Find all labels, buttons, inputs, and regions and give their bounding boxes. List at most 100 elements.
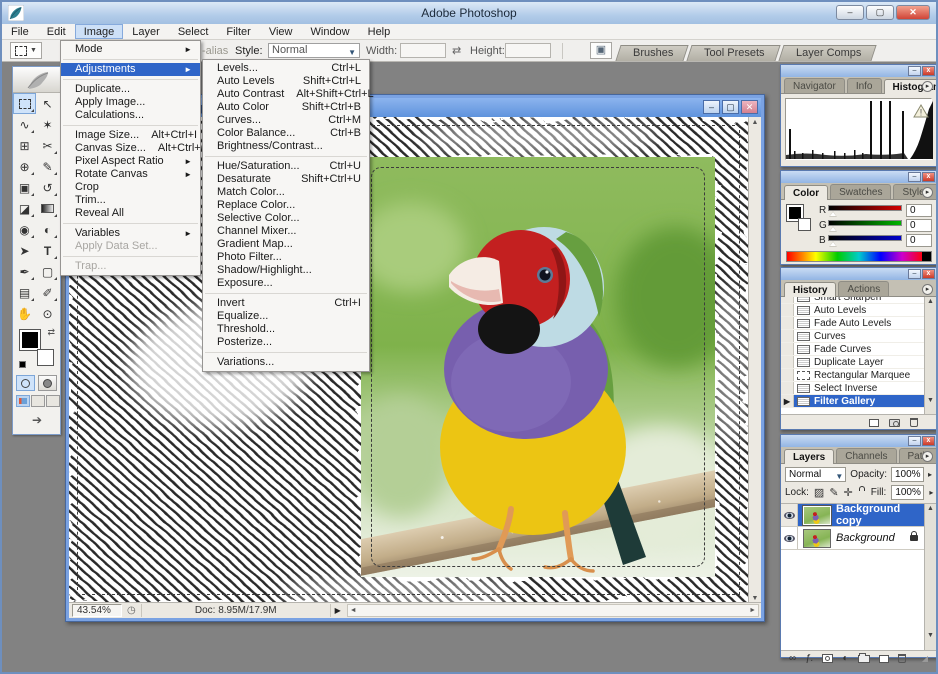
tab-navigator[interactable]: Navigator <box>784 78 845 93</box>
adjustment-layer-icon[interactable]: ◐ <box>842 653 848 664</box>
tool-move[interactable]: ↖ <box>36 93 59 114</box>
lock-paint-icon[interactable]: ✎ <box>829 486 838 499</box>
resize-grip-icon[interactable]: ◢ <box>922 654 928 663</box>
green-slider[interactable] <box>828 220 902 226</box>
menu-filter[interactable]: Filter <box>217 24 259 39</box>
layer-mask-icon[interactable] <box>822 654 833 663</box>
file-browser-button[interactable]: ▣ <box>590 42 612 59</box>
menu-item-gradient-map[interactable]: Gradient Map... <box>203 238 369 251</box>
doc-minimize-button[interactable]: – <box>703 100 720 114</box>
tool-history-brush[interactable]: ↺ <box>36 177 59 198</box>
blend-mode-dropdown[interactable]: Normal▼ <box>785 467 846 482</box>
tab-channels[interactable]: Channels <box>836 448 896 463</box>
menu-item-canvas-size[interactable]: Canvas Size...Alt+Ctrl+C <box>61 142 200 155</box>
opacity-arrow-icon[interactable]: ▸ <box>928 470 932 479</box>
visibility-toggle[interactable] <box>781 504 798 526</box>
menu-item-match-color[interactable]: Match Color... <box>203 186 369 199</box>
tool-rectangular-marquee[interactable] <box>13 93 36 114</box>
tool-path-selection[interactable]: ➤ <box>13 240 36 261</box>
history-state-selected[interactable]: ▶Filter Gallery <box>781 395 924 408</box>
tool-blur[interactable]: ◉ <box>13 219 36 240</box>
layer-thumbnail[interactable] <box>803 529 831 548</box>
tool-shape[interactable]: ▢ <box>36 261 59 282</box>
layer-style-icon[interactable]: ƒ. <box>805 653 813 664</box>
visibility-toggle[interactable] <box>781 527 798 549</box>
link-layers-icon[interactable]: ∞ <box>789 653 796 664</box>
tool-pen[interactable]: ✒ <box>13 261 36 282</box>
menu-item-desaturate[interactable]: DesaturateShift+Ctrl+U <box>203 173 369 186</box>
menu-item-curves[interactable]: Curves...Ctrl+M <box>203 114 369 127</box>
tab-swatches[interactable]: Swatches <box>830 184 891 199</box>
tool-eraser[interactable]: ◪ <box>13 198 36 219</box>
height-input[interactable] <box>505 43 551 58</box>
panel-close-button[interactable]: x <box>922 66 935 76</box>
menu-item-shadow-highlight[interactable]: Shadow/Highlight... <box>203 264 369 277</box>
new-document-from-state-icon[interactable] <box>869 419 879 427</box>
tool-type[interactable]: T <box>36 240 59 261</box>
menu-layer[interactable]: Layer <box>123 24 169 39</box>
history-state[interactable]: Fade Curves <box>781 343 924 356</box>
panel-titlebar[interactable]: – x <box>781 435 936 447</box>
menu-item-apply-image[interactable]: Apply Image... <box>61 96 200 109</box>
tool-crop[interactable]: ⊞ <box>13 135 36 156</box>
layer-row-background-copy[interactable]: Background copy <box>781 504 924 527</box>
panel-close-button[interactable]: x <box>922 172 935 182</box>
fill-value[interactable]: 100% <box>891 485 924 500</box>
menu-item-variables[interactable]: Variables► <box>61 227 200 240</box>
menu-item-levels[interactable]: Levels...Ctrl+L <box>203 62 369 75</box>
layer-thumbnail[interactable] <box>803 506 831 525</box>
app-titlebar[interactable]: Adobe Photoshop – ▢ ✕ <box>2 2 936 24</box>
doc-size-info[interactable]: Doc: 8.95M/17.9M <box>141 604 331 617</box>
scroll-right-icon[interactable]: ► <box>749 607 756 614</box>
scroll-down-icon[interactable]: ▼ <box>925 632 936 639</box>
red-value[interactable]: 0 <box>906 204 932 217</box>
layers-scrollbar[interactable]: ▲ ▼ <box>924 504 936 650</box>
history-state[interactable]: Fade Auto Levels <box>781 317 924 330</box>
panel-minimize-button[interactable]: – <box>908 269 921 279</box>
tool-hand[interactable]: ✋ <box>13 303 36 324</box>
tool-gradient[interactable] <box>36 198 59 219</box>
green-slider-handle[interactable] <box>829 226 837 232</box>
menu-help[interactable]: Help <box>359 24 400 39</box>
palette-tab-brushes[interactable]: Brushes <box>615 45 689 61</box>
menu-item-adjustments[interactable]: Adjustments► <box>61 63 200 76</box>
panel-menu-icon[interactable]: ▸ <box>922 284 933 295</box>
palette-tab-layer-comps[interactable]: Layer Comps <box>778 45 877 61</box>
scroll-up-icon[interactable]: ▲ <box>749 117 761 126</box>
doc-maximize-button[interactable]: ▢ <box>722 100 739 114</box>
tool-dodge[interactable]: ◐ <box>36 219 59 240</box>
swap-dimensions-icon[interactable]: ⇄ <box>452 44 461 57</box>
new-group-icon[interactable] <box>858 655 870 663</box>
panel-close-button[interactable]: x <box>922 436 935 446</box>
menu-window[interactable]: Window <box>302 24 359 39</box>
red-slider[interactable] <box>828 205 902 211</box>
menu-item-color-balance[interactable]: Color Balance...Ctrl+B <box>203 127 369 140</box>
opacity-value[interactable]: 100% <box>891 467 924 482</box>
menu-image[interactable]: Image <box>75 24 124 39</box>
tool-lasso[interactable]: ∿ <box>13 114 36 135</box>
menu-item-invert[interactable]: InvertCtrl+I <box>203 297 369 310</box>
lock-position-icon[interactable]: ✛ <box>844 486 853 499</box>
scroll-up-icon[interactable]: ▲ <box>925 504 936 512</box>
doc-vertical-scrollbar[interactable]: ▲ ▼ <box>748 117 761 604</box>
delete-layer-icon[interactable] <box>898 654 906 663</box>
panel-menu-icon[interactable]: ▸ <box>922 451 933 462</box>
menu-item-auto-color[interactable]: Auto ColorShift+Ctrl+B <box>203 101 369 114</box>
menu-select[interactable]: Select <box>169 24 218 39</box>
scroll-up-icon[interactable]: ▲ <box>925 297 936 305</box>
panel-close-button[interactable]: x <box>922 269 935 279</box>
menu-item-threshold[interactable]: Threshold... <box>203 323 369 336</box>
menu-item-equalize[interactable]: Equalize... <box>203 310 369 323</box>
panel-minimize-button[interactable]: – <box>908 66 921 76</box>
fullscreen-button[interactable] <box>46 395 60 407</box>
new-layer-icon[interactable] <box>879 655 889 663</box>
menu-item-reveal-all[interactable]: Reveal All <box>61 207 200 220</box>
tool-clone-stamp[interactable]: ▣ <box>13 177 36 198</box>
tab-history[interactable]: History <box>784 282 836 297</box>
history-state[interactable]: Select Inverse <box>781 382 924 395</box>
maximize-button[interactable]: ▢ <box>866 5 894 20</box>
history-state[interactable]: Smart Sharpen <box>781 297 924 304</box>
menu-item-selective-color[interactable]: Selective Color... <box>203 212 369 225</box>
doc-horizontal-scrollbar[interactable]: ◄► <box>347 604 759 617</box>
menu-item-trim[interactable]: Trim... <box>61 194 200 207</box>
